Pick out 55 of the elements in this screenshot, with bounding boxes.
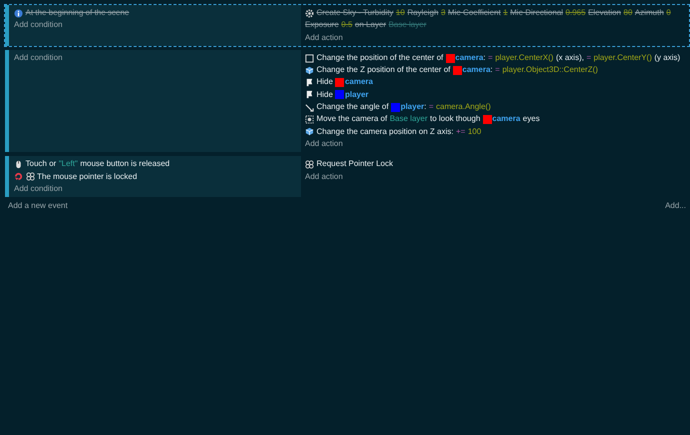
instruction-text[interactable]: Request Pointer Lock — [316, 158, 393, 171]
instruction-text[interactable]: camera — [492, 113, 520, 126]
add-action-link[interactable]: Add action — [305, 170, 343, 183]
instruction-text[interactable]: to look though — [430, 113, 480, 126]
instruction-text[interactable]: : — [483, 52, 486, 64]
instruction-text[interactable]: : — [490, 64, 493, 76]
instruction-text[interactable]: camera — [455, 52, 484, 64]
add-condition-link[interactable]: Add condition — [14, 52, 62, 64]
instruction-text[interactable]: player — [344, 88, 369, 102]
instruction-text[interactable]: (x axis), — [556, 52, 584, 64]
instruction-text[interactable]: Hide — [316, 76, 333, 89]
instruction-text[interactable]: The mouse pointer is locked — [37, 170, 138, 183]
target-icon — [305, 115, 314, 124]
instruction-text[interactable]: : — [424, 101, 426, 114]
instruction-text[interactable]: Move the camera of — [316, 113, 388, 126]
gear-icon — [305, 8, 314, 18]
instruction-text[interactable]: camera — [462, 64, 490, 76]
instruction-text[interactable]: Change the angle of — [316, 101, 389, 114]
mouse-icon — [14, 160, 23, 169]
info-icon — [14, 8, 23, 18]
instruction-text[interactable]: player.CenterY() — [594, 52, 652, 64]
instruction-text[interactable]: Change the position of the center of — [316, 52, 444, 64]
instruction-text[interactable]: += — [456, 126, 466, 138]
instruction-text[interactable]: Change the Z position of the center of — [316, 64, 450, 76]
instruction-text[interactable]: Change the camera position on Z axis: — [316, 126, 454, 138]
instruction-text[interactable]: Base layer — [390, 113, 428, 126]
instruction-text[interactable]: eyes — [522, 113, 540, 126]
instruction-text[interactable]: "Left" — [58, 158, 78, 171]
event-handle[interactable] — [5, 50, 9, 152]
angle-icon — [305, 102, 314, 112]
four-circles-icon — [26, 172, 34, 182]
instruction-text[interactable]: player.Object3D::CenterZ() — [502, 64, 598, 76]
square-icon — [305, 54, 314, 63]
instruction-text[interactable]: = — [488, 52, 493, 64]
instruction-text[interactable]: camera.Angle() — [436, 101, 491, 114]
event-block[interactable]: Touch or "Left" mouse button is released The mouse pointer is locked Add condition Request Pointer Lock Add action — [4, 155, 690, 198]
cube-icon — [305, 66, 314, 75]
instruction-text[interactable]: player — [400, 101, 424, 114]
instruction-text[interactable]: mouse button is released — [80, 158, 170, 171]
cube-icon — [305, 127, 314, 136]
add-action-link[interactable]: Add action — [305, 138, 343, 150]
add-event-link[interactable]: Add a new event — [8, 200, 68, 212]
add-menu-button[interactable]: Add... — [665, 200, 686, 212]
instruction-text[interactable]: = — [428, 101, 434, 114]
instruction-text[interactable]: = — [495, 64, 500, 76]
instruction-text[interactable]: Hide — [316, 88, 333, 102]
instruction-text[interactable]: = — [586, 52, 592, 64]
instruction-text[interactable]: camera — [344, 76, 373, 89]
instruction-text[interactable]: Touch or — [26, 158, 56, 171]
four-circles-icon — [305, 160, 314, 169]
add-condition-link[interactable]: Add condition — [14, 182, 62, 196]
event-handle[interactable] — [5, 156, 9, 198]
instruction-text[interactable]: (y axis) — [654, 52, 680, 64]
instruction-text[interactable]: player.CenterX() — [495, 52, 554, 64]
instruction-text[interactable]: 100 — [468, 126, 482, 138]
